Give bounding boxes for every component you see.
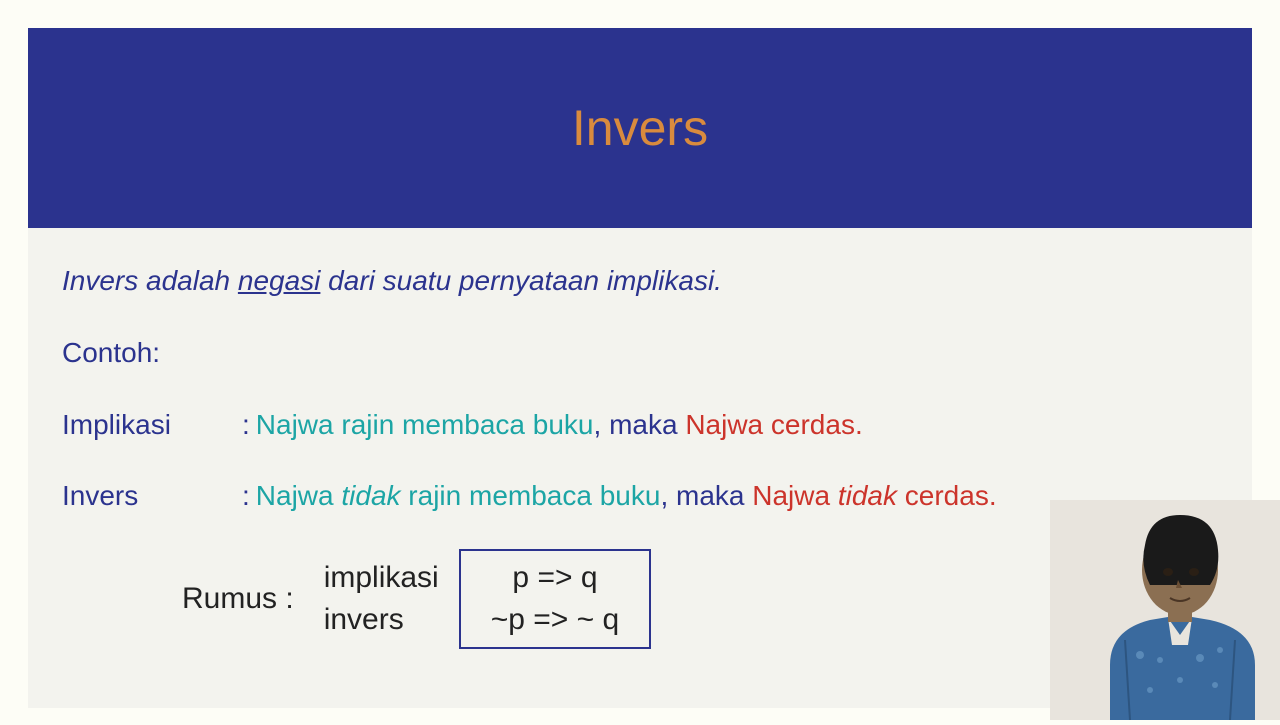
implikasi-p: Najwa rajin membaca buku [256,409,594,440]
slide-header: Invers [28,28,1252,228]
formula-row2-label: invers [324,599,439,641]
formula-row-labels: implikasi invers [324,557,439,641]
implikasi-comma: , [594,409,610,440]
colon: : [242,409,250,440]
definition-post: dari suatu pernyataan implikasi. [320,265,722,296]
example-invers-label: Invers [62,477,242,515]
invers-q-post: cerdas. [897,480,997,511]
formula-row1-label: implikasi [324,557,439,599]
invers-p-pre: Najwa [256,480,342,511]
invers-q-neg: tidak [838,480,897,511]
example-invers: Invers :Najwa tidak rajin membaca buku, … [62,477,1218,515]
presenter-webcam [1050,500,1280,720]
implikasi-q: Najwa cerdas. [685,409,862,440]
example-implikasi-label: Implikasi [62,406,242,444]
invers-q-pre: Najwa [752,480,838,511]
formula-box: p => q ~p => ~ q [459,549,651,649]
invers-maka: maka [676,480,752,511]
invers-p-post: rajin membaca buku [401,480,661,511]
definition-underlined: negasi [238,265,321,296]
definition-pre: Invers adalah [62,265,238,296]
definition-text: Invers adalah negasi dari suatu pernyata… [62,262,1218,300]
example-heading: Contoh: [62,334,1218,372]
implikasi-maka: maka [609,409,685,440]
formula-row1: p => q [491,557,619,599]
slide-title: Invers [572,99,708,157]
invers-p-neg: tidak [341,480,400,511]
formula-row2: ~p => ~ q [491,599,619,641]
invers-comma: , [660,480,676,511]
formula-label: Rumus : [182,579,294,620]
example-implikasi: Implikasi :Najwa rajin membaca buku, mak… [62,406,1218,444]
example-implikasi-body: :Najwa rajin membaca buku, maka Najwa ce… [242,406,1218,444]
colon: : [242,480,250,511]
